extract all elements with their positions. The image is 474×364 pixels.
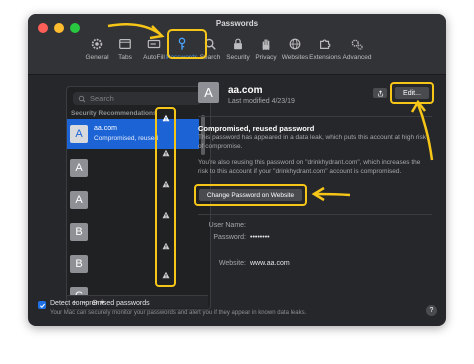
tab-security[interactable]: Security: [223, 34, 253, 72]
divider: [198, 214, 432, 215]
list-item[interactable]: A aa.com Compromised, reused: [67, 119, 199, 149]
checkmark-icon: [39, 303, 45, 308]
site-title: aa.com: [228, 85, 263, 96]
passwords-tab-highlight: [167, 29, 207, 59]
titlebar: Passwords General Tabs AutoFill Password…: [28, 14, 446, 75]
avatar: A: [198, 82, 219, 103]
share-icon: [377, 89, 383, 96]
change-password-highlight: [194, 184, 307, 206]
search-icon: [78, 95, 86, 102]
list-item[interactable]: A: [67, 185, 199, 215]
tab-privacy[interactable]: Privacy: [251, 34, 281, 72]
warning-reuse-body: You're also reusing this password on "dr…: [198, 159, 421, 175]
tab-tabs[interactable]: Tabs: [110, 34, 140, 72]
warning-title: Compromised, reused password: [198, 124, 315, 133]
tab-advanced[interactable]: Advanced: [342, 34, 372, 72]
preferences-window: Passwords General Tabs AutoFill Password…: [28, 14, 446, 326]
website-label: Website:: [218, 260, 246, 267]
avatar: B: [70, 255, 88, 273]
tab-general[interactable]: General: [82, 34, 112, 72]
hand-icon: [262, 39, 270, 50]
help-button[interactable]: ?: [426, 305, 437, 316]
gears-icon: [351, 39, 363, 50]
globe-icon: [289, 38, 301, 50]
avatar: A: [70, 191, 88, 209]
tab-autofill[interactable]: AutoFill: [139, 34, 169, 72]
detect-compromised-label[interactable]: Detect compromised passwords: [50, 300, 150, 307]
last-modified: Last modified 4/23/19: [228, 98, 295, 105]
autofill-icon: [147, 39, 161, 49]
tab-label: Extensions: [309, 54, 341, 61]
edit-button-highlight: [390, 82, 434, 104]
item-subtitle: Compromised, reused: [94, 135, 158, 142]
list-item[interactable]: A: [67, 153, 199, 183]
warning-column-highlight: [155, 107, 176, 287]
tab-extensions[interactable]: Extensions: [309, 34, 341, 72]
gear-icon: [91, 38, 103, 50]
username-label: User Name:: [208, 222, 246, 229]
search-input[interactable]: Search: [73, 92, 201, 105]
password-label: Password:: [213, 234, 246, 241]
lock-icon: [234, 38, 242, 50]
share-button[interactable]: [373, 88, 387, 98]
tab-label: Advanced: [342, 54, 372, 61]
tab-label: General: [85, 54, 109, 61]
item-title: aa.com: [94, 125, 117, 132]
avatar: B: [70, 223, 88, 241]
tab-label: Tabs: [118, 54, 132, 61]
divider: [198, 116, 432, 117]
detect-compromised-help: Your Mac can securely monitor your passw…: [50, 310, 307, 316]
password-value[interactable]: ••••••••: [250, 234, 270, 241]
list-item[interactable]: B: [67, 249, 199, 279]
tab-label: AutoFill: [143, 54, 165, 61]
tab-websites[interactable]: Websites: [280, 34, 310, 72]
detect-compromised-checkbox[interactable]: [38, 301, 46, 309]
warning-body: This password has appeared in a data lea…: [198, 134, 426, 150]
tab-label: Websites: [281, 54, 309, 61]
puzzle-icon: [320, 39, 331, 49]
website-value[interactable]: www.aa.com: [250, 260, 290, 267]
search-placeholder: Search: [90, 94, 114, 103]
section-header: Security Recommendations: [71, 110, 157, 117]
tab-label: Privacy: [255, 54, 277, 61]
avatar: A: [70, 159, 88, 177]
window-title: Passwords: [215, 19, 259, 28]
tabs-icon: [119, 39, 131, 49]
avatar: A: [70, 125, 88, 143]
list-item[interactable]: B: [67, 217, 199, 247]
tab-label: Security: [226, 54, 250, 61]
